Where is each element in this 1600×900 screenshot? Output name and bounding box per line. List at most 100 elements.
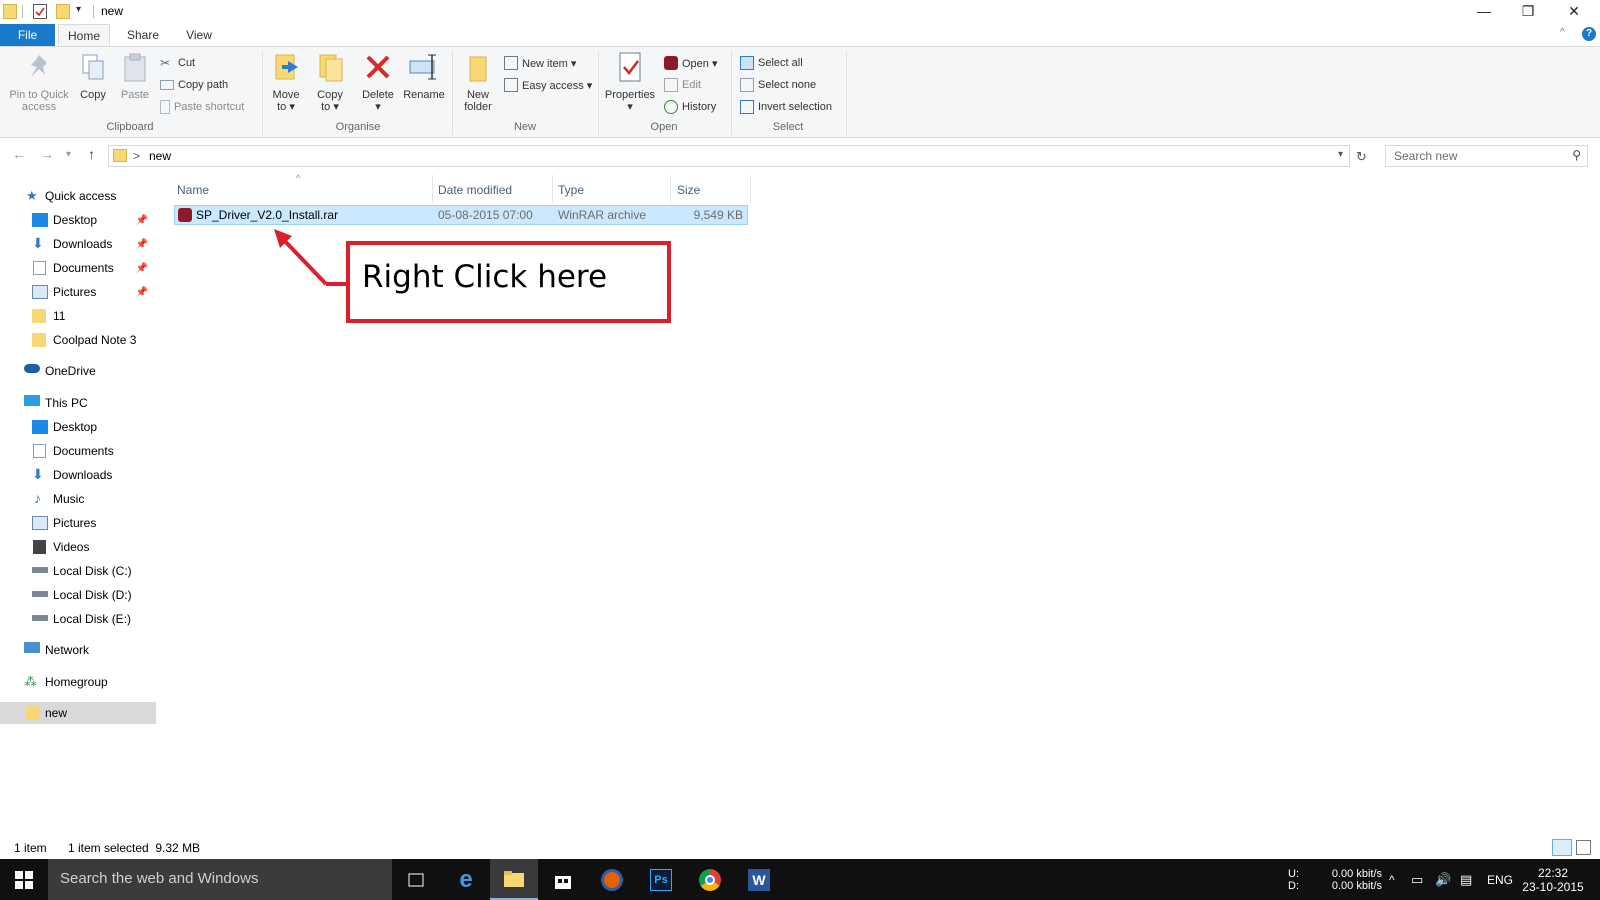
copy-to-button[interactable]: Copy to ▾ xyxy=(312,51,348,113)
file-row[interactable]: SP_Driver_V2.0_Install.rar 05-08-2015 07… xyxy=(174,205,748,225)
clock[interactable]: 22:32 23-10-2015 xyxy=(1522,859,1584,900)
nav-qa-desktop[interactable]: Desktop 📌 xyxy=(0,209,156,231)
minimize-ribbon-icon[interactable]: ^ xyxy=(1560,27,1565,38)
new-folder-button[interactable]: New folder xyxy=(458,51,498,113)
nav-homegroup[interactable]: ⁂ Homegroup xyxy=(0,671,156,693)
delete-button[interactable]: Delete ▾ xyxy=(358,51,398,113)
paste-shortcut-button[interactable]: Paste shortcut xyxy=(160,97,244,117)
column-divider[interactable] xyxy=(432,175,433,203)
chrome-icon[interactable] xyxy=(686,859,734,900)
nav-qa-coolpad[interactable]: Coolpad Note 3 xyxy=(0,329,156,351)
tab-share[interactable]: Share xyxy=(118,24,168,46)
navigation-bar: ← → ▾ ↑ > new ▾ ↻ Search new ⚲ xyxy=(0,140,1600,172)
breadcrumb-item[interactable]: new xyxy=(149,149,171,163)
select-none-button[interactable]: Select none xyxy=(740,75,816,95)
task-view-icon[interactable] xyxy=(392,859,440,900)
nav-this-pc[interactable]: This PC xyxy=(0,392,156,414)
details-view-icon[interactable] xyxy=(1552,839,1572,856)
pin-to-quick-access-button[interactable]: Pin to Quick access xyxy=(6,51,72,113)
nav-qa-documents[interactable]: Documents 📌 xyxy=(0,257,156,279)
nav-pc-music[interactable]: ♪ Music xyxy=(0,488,156,510)
nav-onedrive[interactable]: OneDrive xyxy=(0,360,156,382)
column-header-size[interactable]: Size xyxy=(677,183,700,197)
windows-start-icon[interactable] xyxy=(0,859,48,900)
forward-arrow-icon[interactable]: → xyxy=(40,146,54,162)
tab-view[interactable]: View xyxy=(176,24,222,46)
nav-pc-downloads[interactable]: ⬇ Downloads xyxy=(0,464,156,486)
column-header-date[interactable]: Date modified xyxy=(438,183,512,197)
recent-locations-icon[interactable]: ▾ xyxy=(66,149,71,160)
minimize-button[interactable]: — xyxy=(1462,0,1506,22)
new-folder-qat-icon[interactable] xyxy=(56,4,70,19)
nav-pc-documents[interactable]: Documents xyxy=(0,440,156,462)
language-indicator[interactable]: ENG xyxy=(1487,859,1513,900)
nav-pc-local-disk-d[interactable]: Local Disk (D:) xyxy=(0,584,156,606)
pin-icon[interactable]: 📌 xyxy=(136,263,148,274)
copy-path-button[interactable]: Copy path xyxy=(160,75,228,95)
customize-qat-icon[interactable]: ▾ xyxy=(76,4,81,15)
history-button[interactable]: History xyxy=(664,97,716,117)
back-arrow-icon[interactable]: ← xyxy=(12,146,26,162)
store-icon[interactable] xyxy=(539,859,587,900)
column-divider[interactable] xyxy=(750,175,751,203)
invert-selection-button[interactable]: Invert selection xyxy=(740,97,832,117)
nav-qa-folder-11[interactable]: 11 xyxy=(0,305,156,327)
edge-browser-icon[interactable]: e xyxy=(442,859,490,900)
nav-pc-videos[interactable]: Videos xyxy=(0,536,156,558)
new-item-button[interactable]: New item ▾ xyxy=(504,53,576,73)
nav-network[interactable]: Network xyxy=(0,639,156,661)
taskbar-search-input[interactable]: Search the web and Windows xyxy=(48,859,392,900)
nav-qa-pictures[interactable]: Pictures 📌 xyxy=(0,281,156,303)
column-divider[interactable] xyxy=(552,175,553,203)
properties-button[interactable]: Properties ▾ xyxy=(602,51,658,113)
action-center-icon[interactable]: ▤ xyxy=(1460,859,1472,900)
nav-quick-access[interactable]: ★ Quick access xyxy=(0,185,156,207)
refresh-icon[interactable]: ↻ xyxy=(1356,149,1367,165)
paste-button[interactable]: Paste xyxy=(118,51,152,101)
copy-button[interactable]: Copy xyxy=(76,51,110,101)
history-label: History xyxy=(682,101,717,113)
help-icon[interactable]: ? xyxy=(1582,27,1596,41)
cut-button[interactable]: ✂ Cut xyxy=(160,53,195,73)
history-clock-icon xyxy=(664,100,678,114)
pin-icon[interactable]: 📌 xyxy=(136,287,148,298)
volume-icon[interactable]: 🔊 xyxy=(1435,859,1451,900)
network-tray-icon[interactable]: ▭ xyxy=(1411,859,1423,900)
pin-icon[interactable]: 📌 xyxy=(136,215,148,226)
firefox-icon[interactable] xyxy=(588,859,636,900)
move-to-button[interactable]: Move to ▾ xyxy=(268,51,304,113)
nav-new-folder[interactable]: new xyxy=(0,702,156,724)
nav-pc-desktop[interactable]: Desktop xyxy=(0,416,156,438)
up-arrow-icon[interactable]: ↑ xyxy=(88,146,95,162)
nav-pc-local-disk-e[interactable]: Local Disk (E:) xyxy=(0,608,156,630)
search-input[interactable]: Search new ⚲ xyxy=(1385,145,1588,167)
nav-qa-downloads[interactable]: ⬇ Downloads 📌 xyxy=(0,233,156,255)
nav-pc-local-disk-c[interactable]: Local Disk (C:) xyxy=(0,560,156,582)
properties-qat-icon[interactable] xyxy=(33,4,47,19)
tab-file[interactable]: File xyxy=(0,24,55,46)
tab-home[interactable]: Home xyxy=(58,24,110,46)
ribbon: Pin to Quick access Copy Paste ✂ Cut Cop… xyxy=(0,46,1600,138)
edit-button[interactable]: Edit xyxy=(664,75,701,95)
easy-access-button[interactable]: Easy access ▾ xyxy=(504,75,592,95)
select-all-button[interactable]: Select all xyxy=(740,53,803,73)
column-divider[interactable] xyxy=(670,175,671,203)
search-icon[interactable]: ⚲ xyxy=(1572,148,1581,162)
photoshop-icon[interactable]: Ps xyxy=(637,859,685,900)
pin-icon[interactable]: 📌 xyxy=(136,239,148,250)
nav-pc-pictures[interactable]: Pictures xyxy=(0,512,156,534)
address-bar[interactable]: > new ▾ xyxy=(108,145,1350,167)
open-button[interactable]: Open ▾ xyxy=(664,53,718,73)
show-hidden-icons-icon[interactable]: ^ xyxy=(1389,859,1395,900)
rename-button[interactable]: Rename xyxy=(402,51,446,101)
column-header-type[interactable]: Type xyxy=(558,183,584,197)
restore-button[interactable]: ❐ xyxy=(1506,0,1550,22)
word-icon[interactable]: W xyxy=(735,859,783,900)
address-dropdown-icon[interactable]: ▾ xyxy=(1338,149,1343,160)
column-header-name[interactable]: Name xyxy=(177,183,209,197)
nav-label: OneDrive xyxy=(45,364,96,378)
large-icons-view-icon[interactable] xyxy=(1576,840,1591,855)
copy-to-label: Copy xyxy=(317,89,343,101)
close-button[interactable]: ✕ xyxy=(1552,0,1596,22)
file-explorer-icon[interactable] xyxy=(490,859,538,900)
